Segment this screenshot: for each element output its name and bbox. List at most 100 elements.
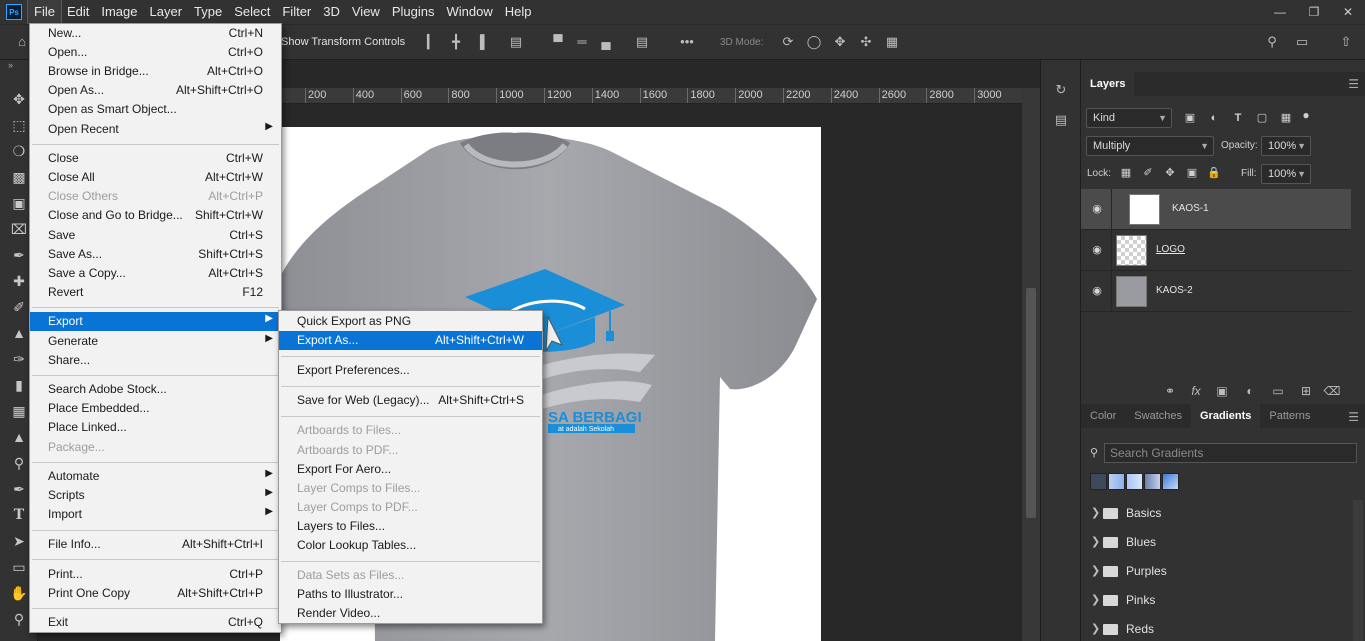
filter-smart-object-icon[interactable]: ▦ — [1279, 111, 1293, 125]
menu-item-print[interactable]: Print... Ctrl+P — [30, 565, 281, 584]
close-icon[interactable]: ✕ — [1331, 0, 1365, 24]
menu-item-layers-to-files[interactable]: Layers to Files... — [279, 517, 542, 536]
layer-name[interactable]: LOGO — [1156, 244, 1185, 255]
layer-name[interactable]: KAOS-1 — [1172, 203, 1209, 214]
menu-item-open-as-smart-object[interactable]: Open as Smart Object... — [30, 100, 281, 119]
filter-shape-icon[interactable]: ▢ — [1255, 111, 1269, 125]
object-selection-tool-icon[interactable]: ▩ — [8, 166, 30, 188]
gradient-folder-blues[interactable]: ❯ Blues — [1081, 529, 1351, 558]
home-icon[interactable]: ⌂ — [14, 34, 30, 50]
menu-item-close-and-go-to-bridge[interactable]: Close and Go to Bridge... Shift+Ctrl+W — [30, 206, 281, 225]
recent-gradient-swatch[interactable] — [1144, 473, 1161, 490]
menu-item-place-embedded[interactable]: Place Embedded... — [30, 399, 281, 418]
menu-item-scripts[interactable]: Scripts ▶ — [30, 486, 281, 505]
3d-roll-icon[interactable]: ◯ — [806, 34, 822, 50]
show-transform-controls-label[interactable]: Show Transform Controls — [281, 36, 405, 48]
restore-icon[interactable]: ❐ — [1297, 0, 1331, 24]
recent-gradient-swatch[interactable] — [1090, 473, 1107, 490]
filter-adjustment-icon[interactable]: ◐ — [1207, 111, 1221, 125]
align-center-icon[interactable]: ╋ — [448, 34, 464, 50]
menu-item-file-info[interactable]: File Info... Alt+Shift+Ctrl+I — [30, 535, 281, 554]
menu-item-automate[interactable]: Automate ▶ — [30, 467, 281, 486]
path-selection-tool-icon[interactable]: ➤ — [8, 530, 30, 552]
fill-input[interactable]: 100% ▼ — [1261, 164, 1311, 184]
menu-item-exit[interactable]: Exit Ctrl+Q — [30, 613, 281, 632]
menu-edit[interactable]: Edit — [61, 0, 95, 24]
lasso-tool-icon[interactable]: ❍ — [8, 140, 30, 162]
menu-item-open-as[interactable]: Open As... Alt+Shift+Ctrl+O — [30, 81, 281, 100]
crop-tool-icon[interactable]: ▣ — [8, 192, 30, 214]
healing-brush-tool-icon[interactable]: ✚ — [8, 270, 30, 292]
frame-tool-icon[interactable]: ⌧ — [8, 218, 30, 240]
menu-plugins[interactable]: Plugins — [386, 0, 441, 24]
menu-item-export-preferences[interactable]: Export Preferences... — [279, 361, 542, 380]
recent-gradient-swatch[interactable] — [1108, 473, 1125, 490]
layers-panel-menu-icon[interactable]: ☰ — [1348, 77, 1359, 91]
visibility-eye-icon[interactable]: ◉ — [1090, 243, 1104, 257]
recent-gradient-swatch[interactable] — [1126, 473, 1143, 490]
tab-layers[interactable]: Layers — [1081, 72, 1135, 96]
layer-name[interactable]: KAOS-2 — [1156, 285, 1193, 296]
menu-help[interactable]: Help — [499, 0, 538, 24]
menu-item-open[interactable]: Open... Ctrl+O — [30, 43, 281, 62]
3d-slide-icon[interactable]: ✣ — [858, 34, 874, 50]
adjustment-layer-icon[interactable]: ◐ — [1241, 382, 1259, 400]
new-layer-icon[interactable]: ⊞ — [1297, 382, 1315, 400]
menu-layer[interactable]: Layer — [144, 0, 189, 24]
menu-item-color-lookup-tables[interactable]: Color Lookup Tables... — [279, 536, 542, 555]
lock-image-icon[interactable]: ✐ — [1141, 166, 1155, 180]
menu-filter[interactable]: Filter — [276, 0, 317, 24]
eraser-tool-icon[interactable]: ▮ — [8, 374, 30, 396]
menu-item-generate[interactable]: Generate ▶ — [30, 332, 281, 351]
history-panel-icon[interactable]: ↻ — [1051, 80, 1071, 100]
kind-filter-select[interactable]: Kind ▼ — [1086, 108, 1172, 128]
align-bottom-icon[interactable]: ▄ — [598, 34, 614, 50]
recent-gradient-swatch[interactable] — [1162, 473, 1179, 490]
gradient-folder-purples[interactable]: ❯ Purples — [1081, 558, 1351, 587]
filter-toggle-icon[interactable]: ● — [1299, 108, 1313, 122]
link-layers-icon[interactable]: ⚭ — [1161, 382, 1179, 400]
minimize-icon[interactable]: — — [1263, 0, 1297, 24]
menu-item-save-a-copy[interactable]: Save a Copy... Alt+Ctrl+S — [30, 264, 281, 283]
lock-artboard-icon[interactable]: ▣ — [1185, 166, 1199, 180]
distribute-vertical-icon[interactable]: ▤ — [634, 34, 650, 50]
menu-item-save-as[interactable]: Save As... Shift+Ctrl+S — [30, 245, 281, 264]
menu-item-close-all[interactable]: Close All Alt+Ctrl+W — [30, 168, 281, 187]
lock-transparent-icon[interactable]: ▦ — [1119, 166, 1133, 180]
3d-pan-icon[interactable]: ✥ — [832, 34, 848, 50]
menu-item-export-for-aero[interactable]: Export For Aero... — [279, 460, 542, 479]
tab-patterns[interactable]: Patterns — [1260, 404, 1319, 428]
gradient-folder-reds[interactable]: ❯ Reds — [1081, 616, 1351, 641]
opacity-input[interactable]: 100% ▼ — [1261, 136, 1311, 156]
lock-all-icon[interactable]: 🔒 — [1207, 166, 1221, 180]
menu-item-share[interactable]: Share... — [30, 351, 281, 370]
menu-item-revert[interactable]: Revert F12 — [30, 283, 281, 302]
menu-item-print-one-copy[interactable]: Print One Copy Alt+Shift+Ctrl+P — [30, 584, 281, 603]
layer-style-icon[interactable]: fx — [1187, 382, 1205, 400]
align-right-icon[interactable]: ▐ — [472, 34, 488, 50]
menu-item-quick-export-as-png[interactable]: Quick Export as PNG — [279, 312, 542, 331]
menu-item-close[interactable]: Close Ctrl+W — [30, 149, 281, 168]
gradients-scrollbar[interactable] — [1353, 500, 1363, 641]
new-group-icon[interactable]: ▭ — [1269, 382, 1287, 400]
comments-panel-icon[interactable]: ▤ — [1051, 110, 1071, 130]
share-icon[interactable]: ⇧ — [1338, 34, 1354, 50]
tab-gradients[interactable]: Gradients — [1191, 404, 1261, 428]
menu-view[interactable]: View — [346, 0, 386, 24]
menu-select[interactable]: Select — [228, 0, 276, 24]
menu-item-search-adobe-stock[interactable]: Search Adobe Stock... — [30, 380, 281, 399]
menu-item-place-linked[interactable]: Place Linked... — [30, 418, 281, 437]
layer-row-logo[interactable]: ◉ LOGO — [1081, 230, 1351, 271]
search-gradients-input[interactable]: Search Gradients — [1104, 443, 1357, 463]
menu-item-export[interactable]: Export ▶ — [30, 312, 281, 332]
hand-tool-icon[interactable]: ✋ — [8, 582, 30, 604]
clone-stamp-tool-icon[interactable]: ▲ — [8, 322, 30, 344]
tab-swatches[interactable]: Swatches — [1125, 404, 1191, 428]
menu-type[interactable]: Type — [188, 0, 228, 24]
history-brush-tool-icon[interactable]: ✑ — [8, 348, 30, 370]
menu-item-open-recent[interactable]: Open Recent ▶ — [30, 120, 281, 139]
menu-image[interactable]: Image — [95, 0, 143, 24]
vertical-scrollbar[interactable] — [1022, 88, 1040, 641]
marquee-tool-icon[interactable]: ⬚ — [8, 114, 30, 136]
gradient-folder-basics[interactable]: ❯ Basics — [1081, 500, 1351, 529]
